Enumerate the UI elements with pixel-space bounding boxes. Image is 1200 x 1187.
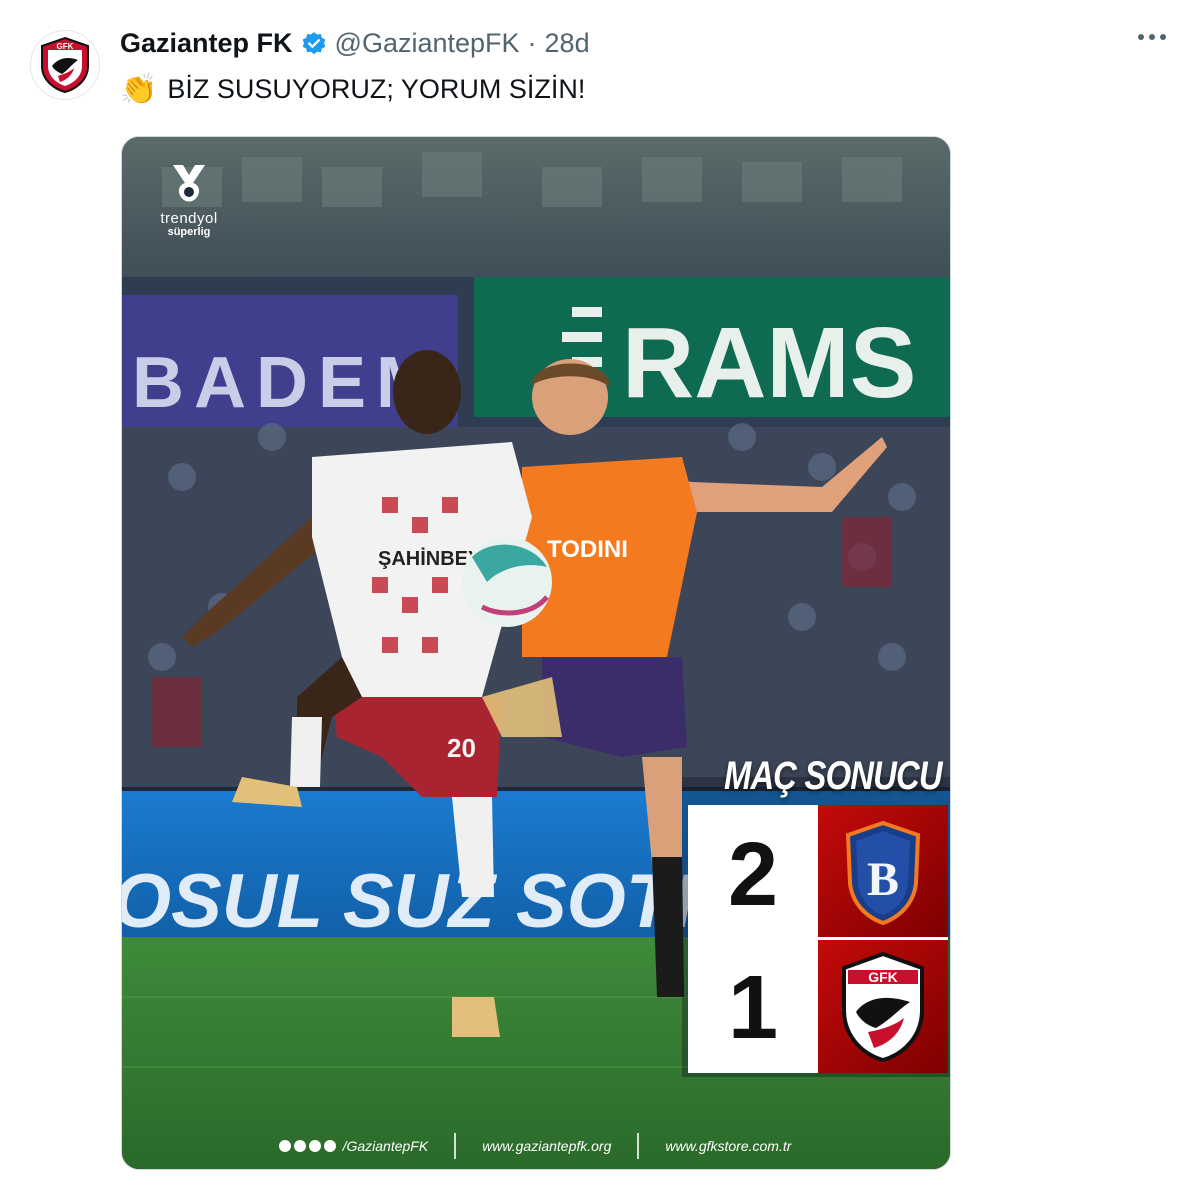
away-logo-text: GFK <box>868 969 898 985</box>
home-team-logo-panel: B <box>818 805 948 937</box>
away-team-logo-panel: GFK <box>818 940 948 1073</box>
basaksehir-crest-icon: B <box>845 820 921 926</box>
gaziantep-crest-icon: GFK <box>842 951 924 1063</box>
x-icon <box>278 1140 291 1152</box>
youtube-icon <box>323 1140 336 1152</box>
svg-text:GFK: GFK <box>57 42 74 51</box>
more-options-icon[interactable] <box>1138 34 1166 40</box>
tweet-timestamp[interactable]: 28d <box>545 28 590 59</box>
author-name[interactable]: Gaziantep FK <box>120 28 293 59</box>
verified-badge-icon <box>302 31 325 54</box>
home-score: 2 <box>727 825 779 925</box>
football <box>462 537 552 627</box>
ad-board-text: OSUL SUZ SOTI <box>122 859 695 944</box>
trendyol-superlig-icon <box>173 165 205 202</box>
tweet-text: 👏 BİZ SUSUYORUZ; YORUM SİZİN! <box>120 74 585 105</box>
instagram-icon <box>293 1140 306 1152</box>
tweet-body: BİZ SUSUYORUZ; YORUM SİZİN! <box>167 74 586 104</box>
author-handle[interactable]: @GaziantepFK <box>335 28 520 59</box>
separator-dot: · <box>527 28 537 58</box>
footer-website: www.gaziantepfk.org <box>482 1138 612 1154</box>
jersey-sponsor-orange: TODINI <box>547 536 628 563</box>
svg-text:B: B <box>867 853 899 906</box>
league-logo: trendyol süperlig <box>149 161 229 238</box>
away-score: 1 <box>727 958 779 1058</box>
footer-divider <box>454 1133 457 1159</box>
footer-social-handle: /GaziantepFK <box>342 1138 429 1154</box>
author-avatar[interactable]: GFK <box>30 30 100 100</box>
jersey-number: 20 <box>447 733 476 763</box>
facebook-icon <box>308 1140 321 1152</box>
match-result-title: MAÇ SONUCU <box>724 754 943 798</box>
footer-divider <box>637 1133 640 1159</box>
tweet-header: Gaziantep FK @GaziantepFK · 28d <box>120 28 590 59</box>
social-icons: /GaziantepFK <box>278 1138 429 1154</box>
league-name-line2: süperlig <box>167 226 211 238</box>
media-footer: /GaziantepFK www.gaziantepfk.org www.gfk… <box>121 1128 949 1164</box>
gaziantep-fk-crest-icon: GFK <box>41 36 89 94</box>
clapping-hands-icon: 👏 <box>120 72 158 106</box>
footer-store: www.gfkstore.com.tr <box>665 1138 792 1154</box>
league-name-line1: trendyol <box>160 210 218 227</box>
sign-right-text: RAMS <box>622 307 916 419</box>
